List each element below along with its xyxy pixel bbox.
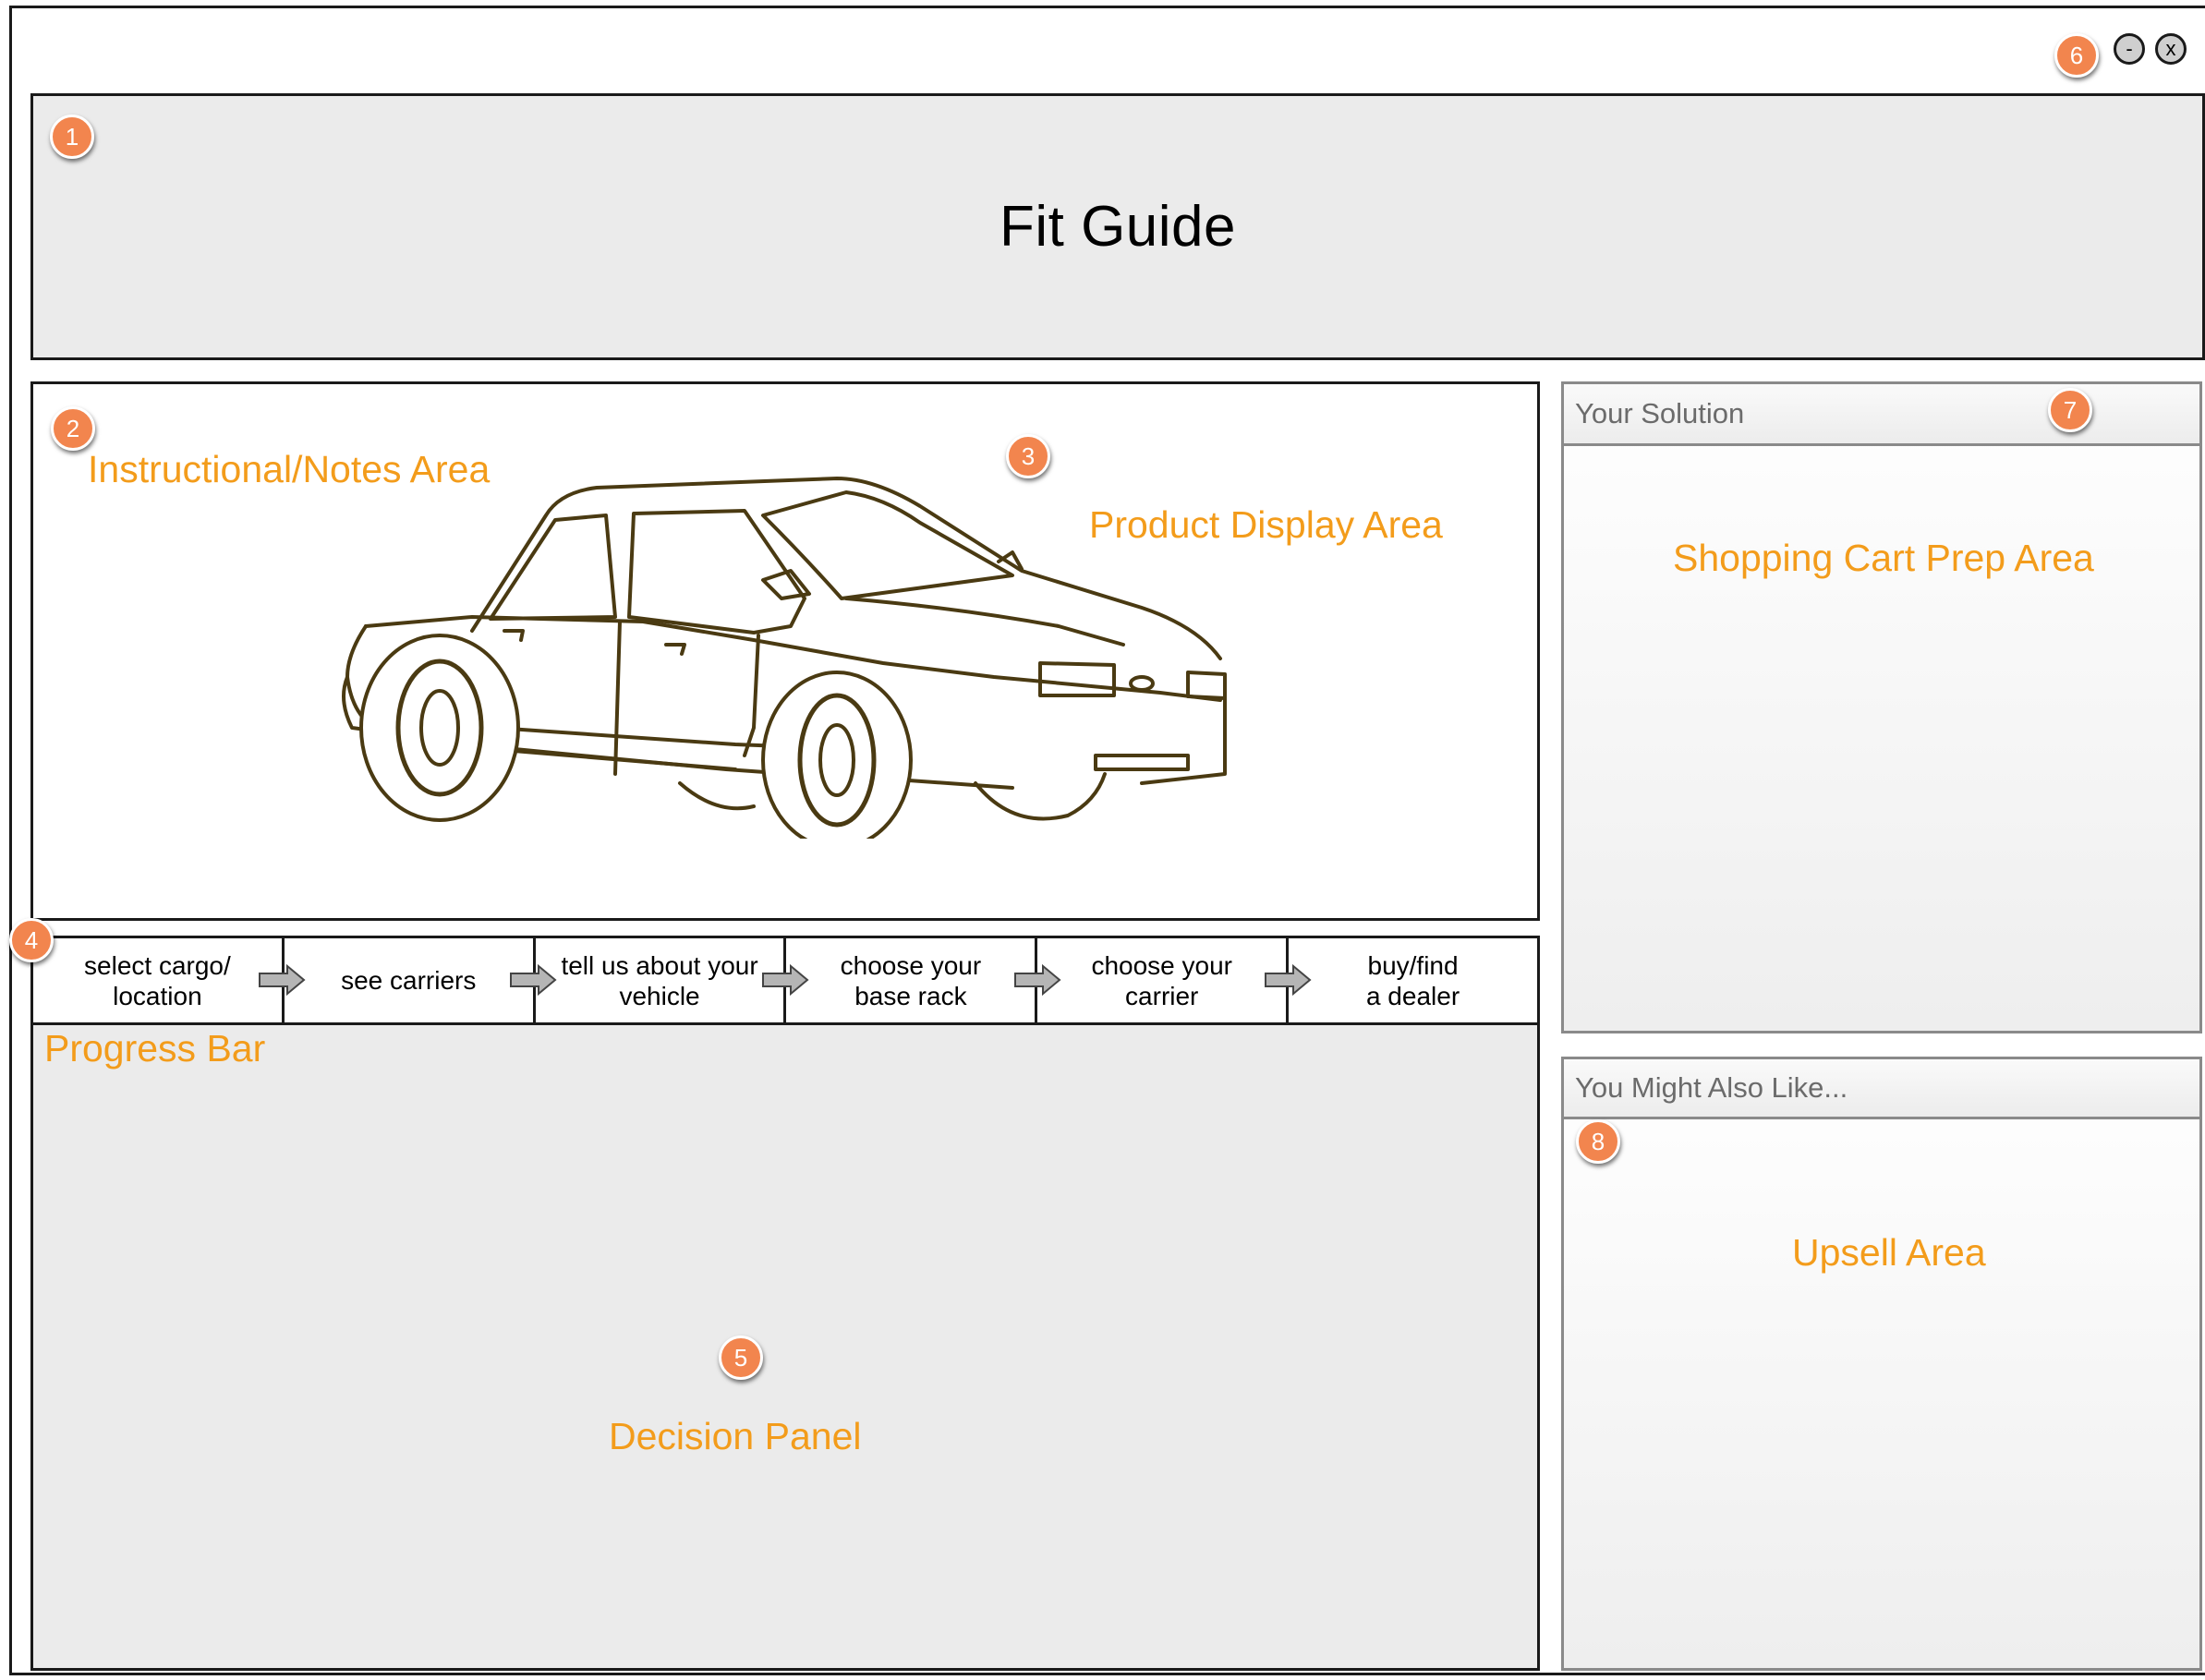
annotation-badge-5: 5 [719,1336,763,1380]
annotation-badge-8: 8 [1576,1119,1620,1164]
progress-bar-label: Progress Bar [44,1027,266,1070]
arrow-right-icon [762,964,809,996]
progress-step-carrier[interactable]: choose your carrier [1037,938,1290,1022]
arrow-right-icon [510,964,557,996]
annotation-badge-6: 6 [2054,33,2099,78]
minimize-icon: - [2126,37,2133,60]
annotation-badge-1: 1 [50,115,94,159]
close-icon: x [2165,37,2176,60]
close-button[interactable]: x [2155,33,2187,65]
progress-step-see-carriers[interactable]: see carriers [285,938,536,1022]
arrow-right-icon [259,964,306,996]
annotation-badge-3: 3 [1006,434,1050,478]
minimize-button[interactable]: - [2114,33,2145,65]
instructional-notes-label: Instructional/Notes Area [88,448,491,490]
annotation-badge-4: 4 [9,918,54,962]
shopping-cart-label: Shopping Cart Prep Area [1673,537,2094,579]
product-display-label: Product Display Area [1089,503,1443,546]
arrow-right-icon [1014,964,1061,996]
decision-panel-label: Decision Panel [609,1415,862,1457]
decision-panel [30,1025,1540,1671]
progress-step-buy-dealer[interactable]: buy/find a dealer [1289,938,1537,1022]
arrow-right-icon [1265,964,1312,996]
upsell-area-label: Upsell Area [1792,1231,1986,1274]
progress-step-select-cargo[interactable]: select cargo/location [33,938,285,1022]
annotation-badge-7: 7 [2048,388,2092,432]
solution-panel: Your Solution [1561,381,2202,1033]
progress-step-vehicle[interactable]: tell us about your vehicle [536,938,787,1022]
page-title: Fit Guide [999,195,1237,259]
upsell-panel: You Might Also Like... [1561,1057,2202,1671]
upsell-panel-header: You Might Also Like... [1564,1059,2199,1119]
progress-step-base-rack[interactable]: choose your base rack [786,938,1038,1022]
annotation-badge-2: 2 [51,406,95,451]
solution-panel-header: Your Solution [1564,384,2199,446]
